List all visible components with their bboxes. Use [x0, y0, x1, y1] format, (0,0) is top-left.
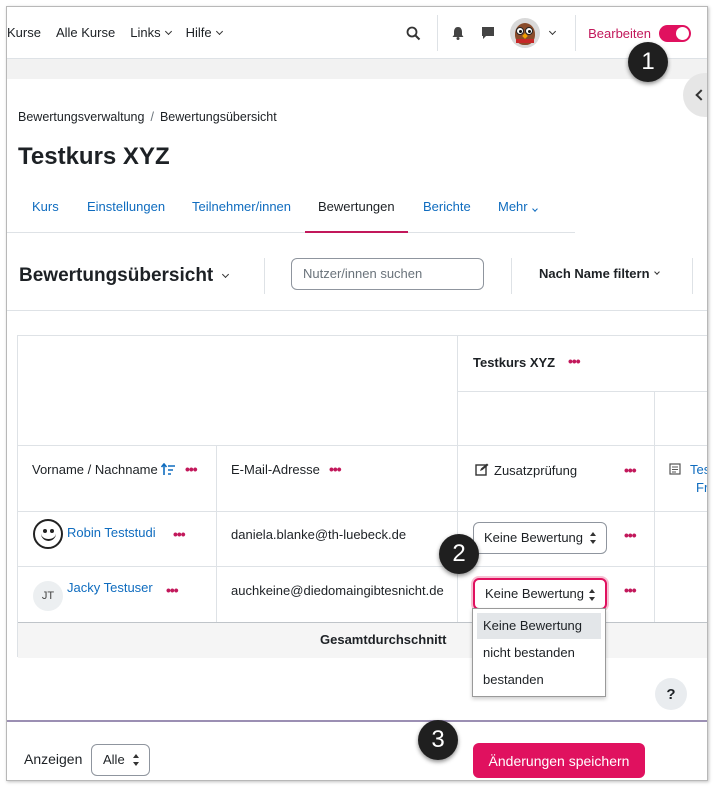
- name-filter-dropdown[interactable]: Nach Name filtern: [539, 266, 660, 281]
- user-avatar: JT: [33, 581, 63, 611]
- column-header-name[interactable]: Vorname / Nachname: [32, 462, 158, 477]
- browser-frame: Kurse Alle Kurse Links Hilfe Bearbeiten …: [6, 6, 708, 781]
- callout-1: 1: [628, 42, 668, 82]
- user-name-link[interactable]: Jacky Testuser: [67, 580, 153, 595]
- grade-option[interactable]: nicht bestanden: [477, 640, 601, 666]
- secondary-nav: Kurs Einstellungen Teilnehmer/innen Bewe…: [7, 189, 575, 233]
- show-per-page-label: Anzeigen: [24, 751, 83, 767]
- course-category-header: Testkurs XYZ: [473, 355, 556, 370]
- divider: [264, 258, 265, 294]
- divider: [511, 258, 512, 294]
- chevron-down-icon: [215, 27, 223, 35]
- per-page-select[interactable]: Alle: [91, 744, 150, 776]
- save-changes-button[interactable]: Änderungen speichern: [473, 743, 645, 778]
- edit-grade-item-icon: [475, 463, 489, 479]
- grade-option[interactable]: bestanden: [477, 667, 601, 693]
- divider: [437, 15, 439, 51]
- more-actions-icon[interactable]: •••: [624, 463, 637, 477]
- select-arrows-icon: [133, 754, 139, 766]
- user-search-input[interactable]: Nutzer/innen suchen: [291, 258, 484, 290]
- edit-mode-toggle[interactable]: [659, 24, 691, 42]
- tab-mehr[interactable]: Mehr: [498, 189, 538, 233]
- divider: [575, 15, 577, 51]
- nav-hilfe[interactable]: Hilfe: [186, 25, 223, 40]
- user-email: auchkeine@diedomaingibtesnicht.de: [231, 583, 444, 598]
- top-navbar: Kurse Alle Kurse Links Hilfe Bearbeiten: [7, 7, 707, 59]
- column-header-grade-item[interactable]: Zusatzprüfung: [494, 463, 577, 478]
- more-actions-icon[interactable]: •••: [624, 528, 637, 542]
- tab-einstellungen[interactable]: Einstellungen: [87, 189, 165, 233]
- page-title: Testkurs XYZ: [18, 143, 170, 170]
- help-button[interactable]: ?: [655, 678, 687, 710]
- grade-select[interactable]: Keine Bewertung: [473, 522, 607, 554]
- divider: [7, 310, 707, 311]
- search-icon[interactable]: [403, 26, 423, 41]
- chevron-down-icon[interactable]: [549, 27, 557, 36]
- tab-kurs[interactable]: Kurs: [32, 189, 59, 233]
- edit-mode-label: Bearbeiten: [588, 25, 651, 41]
- column-header-grade-item-2-line2[interactable]: Fr: [696, 480, 707, 495]
- sort-ascending-icon[interactable]: [160, 462, 176, 479]
- tab-teilnehmer[interactable]: Teilnehmer/innen: [192, 189, 291, 233]
- divider: [692, 258, 693, 294]
- chevron-down-icon: [222, 270, 230, 279]
- breadcrumb-item[interactable]: Bewertungsübersicht: [160, 110, 277, 124]
- more-actions-icon[interactable]: •••: [329, 462, 342, 476]
- more-actions-icon[interactable]: •••: [624, 583, 637, 597]
- column-header-grade-item-2[interactable]: Tes: [690, 462, 707, 477]
- more-actions-icon[interactable]: •••: [173, 527, 186, 541]
- drawer-toggle-button[interactable]: [683, 73, 707, 117]
- nav-alle-kurse[interactable]: Alle Kurse: [56, 25, 115, 40]
- more-actions-icon[interactable]: •••: [568, 354, 581, 368]
- more-actions-icon[interactable]: •••: [166, 583, 179, 597]
- select-arrows-icon: [590, 532, 596, 544]
- chevron-left-icon: [695, 89, 707, 101]
- report-selector[interactable]: Bewertungsübersicht: [19, 265, 230, 287]
- column-header-email: E-Mail-Adresse: [231, 462, 320, 477]
- nav-kurse[interactable]: Kurse: [7, 25, 41, 40]
- sticky-footer: Anzeigen Alle Änderungen speichern: [7, 720, 707, 780]
- grade-select[interactable]: Keine Bewertung: [473, 578, 607, 610]
- user-email: daniela.blanke@th-luebeck.de: [231, 527, 407, 542]
- tab-bewertungen[interactable]: Bewertungen: [305, 189, 408, 233]
- callout-2: 2: [439, 534, 479, 574]
- assignment-icon: [669, 463, 681, 478]
- user-name-link[interactable]: Robin Teststudi: [67, 525, 156, 540]
- header-strip: [7, 59, 707, 79]
- breadcrumb-item[interactable]: Bewertungsverwaltung: [18, 110, 144, 124]
- tab-berichte[interactable]: Berichte: [423, 189, 471, 233]
- chevron-down-icon: [653, 269, 660, 275]
- messages-icon[interactable]: [478, 26, 498, 40]
- select-arrows-icon: [589, 589, 595, 601]
- user-avatar[interactable]: [510, 18, 541, 48]
- grade-option[interactable]: Keine Bewertung: [477, 613, 601, 639]
- chevron-down-icon: [531, 206, 538, 212]
- breadcrumb: Bewertungsverwaltung / Bewertungsübersicht: [18, 110, 277, 124]
- chevron-down-icon: [164, 27, 172, 35]
- nav-links[interactable]: Links: [130, 25, 172, 40]
- more-actions-icon[interactable]: •••: [185, 462, 198, 476]
- callout-3: 3: [418, 720, 458, 760]
- bell-icon[interactable]: [448, 26, 468, 40]
- grade-options-dropdown: Keine Bewertung nicht bestanden bestande…: [472, 608, 606, 697]
- grader-toolbar: Bewertungsübersicht Nutzer/innen suchen …: [7, 252, 707, 300]
- user-avatar: [33, 519, 63, 549]
- overall-average-label: Gesamtdurchschnitt: [320, 632, 447, 647]
